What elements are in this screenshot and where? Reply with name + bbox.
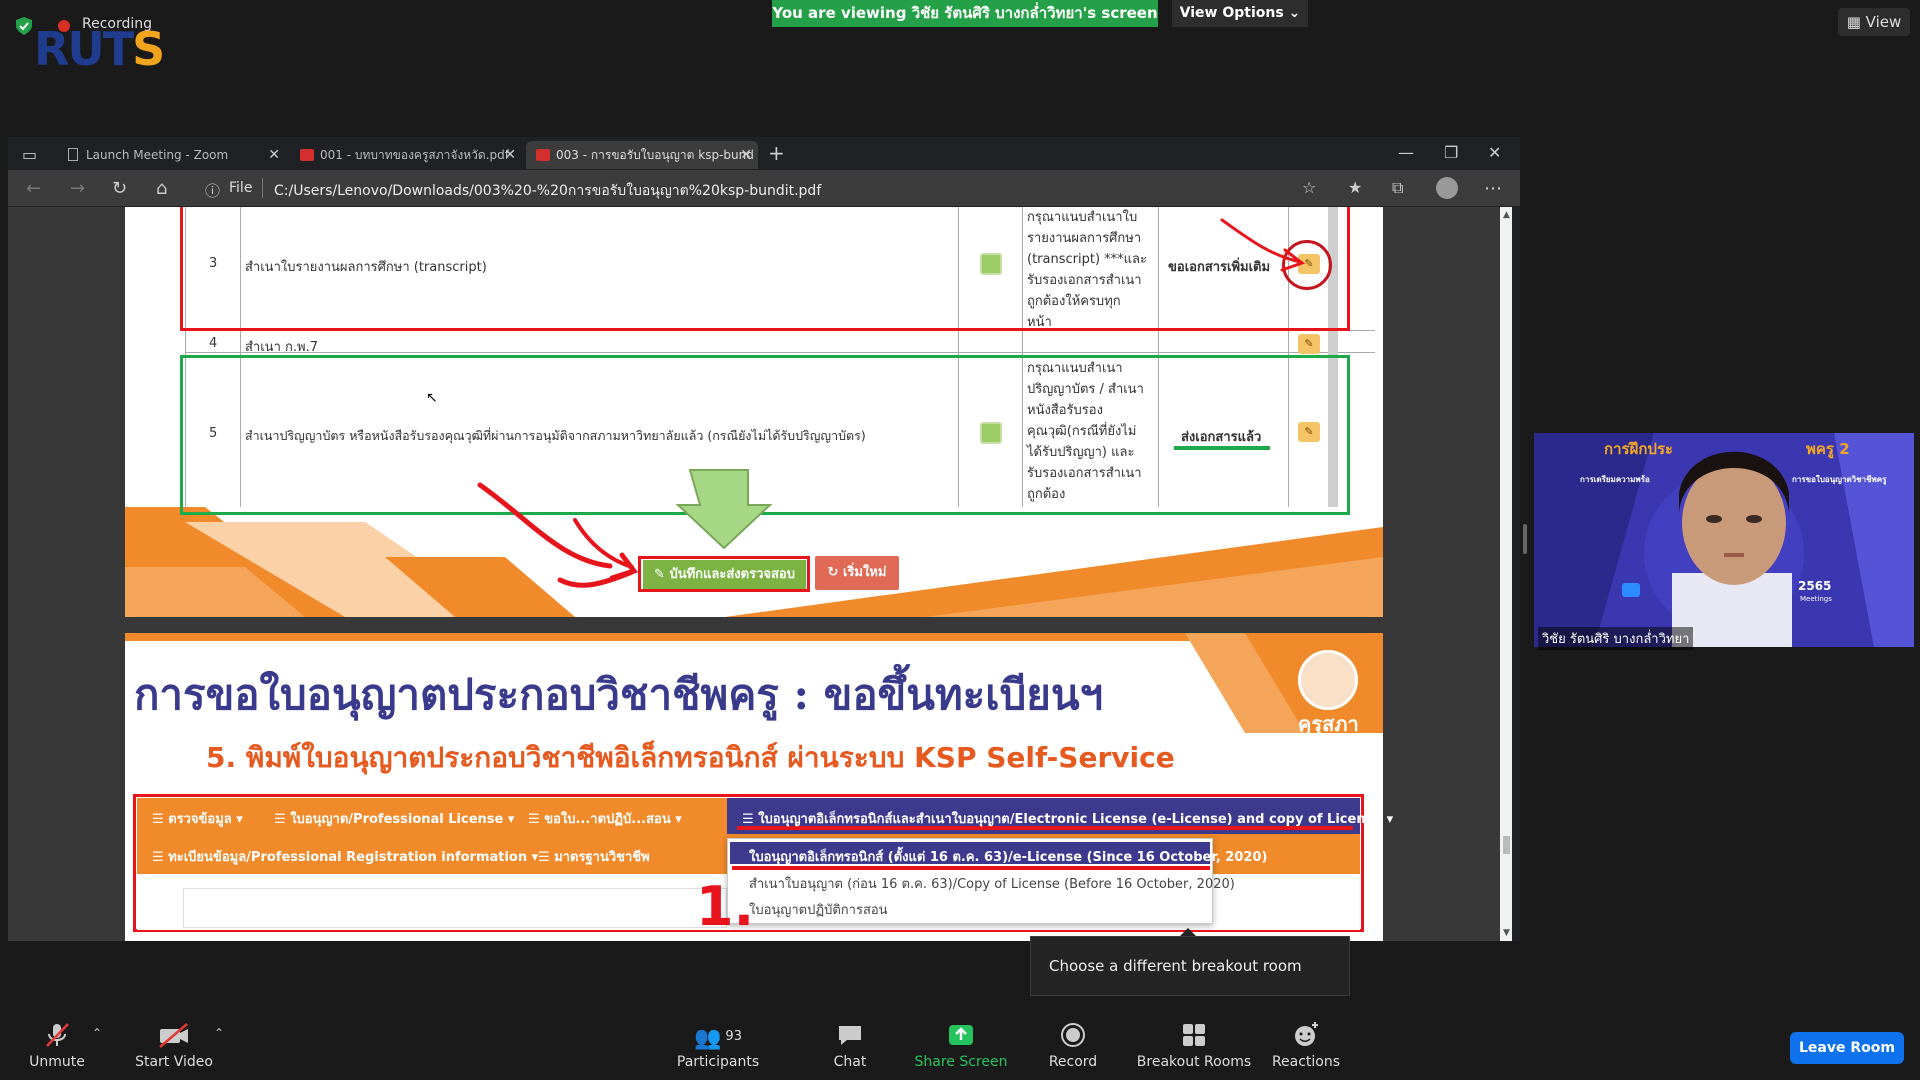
menu-practice[interactable]: ☰ ขอใบ...าตปฏิบั...สอน ▾ bbox=[528, 808, 682, 829]
camera-bg-line2: การขอใบอนุญาตวิชาชีพครู bbox=[1792, 475, 1887, 484]
microphone-muted-icon bbox=[20, 1020, 94, 1054]
chat-icon bbox=[820, 1020, 880, 1054]
webcam-video[interactable]: การฝึกประ พครู 2 การเตรียมความพร้อ การขอ… bbox=[1534, 433, 1914, 647]
org-name: คุรุสภา bbox=[1298, 712, 1359, 736]
participants-count: 93 bbox=[725, 1029, 742, 1044]
record-icon bbox=[1042, 1020, 1104, 1054]
record-label: Record bbox=[1048, 1054, 1098, 1070]
menu-label: ขอใบ...าตปฏิบั...สอน ▾ bbox=[544, 812, 682, 827]
list-icon: ☰ bbox=[538, 850, 550, 865]
breakout-rooms-label: Breakout Rooms bbox=[1136, 1054, 1252, 1070]
reactions-button[interactable]: Reactions bbox=[1266, 1020, 1346, 1070]
list-icon: ☰ bbox=[742, 812, 754, 827]
share-screen-label: Share Screen bbox=[914, 1054, 1008, 1070]
slide-subtitle: 5. พิมพ์ใบอนุญาตประกอบวิชาชีพอิเล็กทรอนิ… bbox=[206, 741, 1175, 774]
chevron-up-icon[interactable]: ⌃ bbox=[92, 1026, 102, 1040]
camera-bg-meetings: Meetings bbox=[1800, 595, 1832, 603]
chat-label: Chat bbox=[833, 1054, 867, 1070]
share-screen-icon bbox=[908, 1020, 1014, 1054]
start-video-button[interactable]: Start Video bbox=[128, 1020, 220, 1070]
start-video-label: Start Video bbox=[135, 1054, 213, 1070]
menu-standard[interactable]: ☰ มาตรฐานวิชาชีพ bbox=[538, 846, 650, 867]
menu-label: มาตรฐานวิชาชีพ bbox=[554, 850, 650, 865]
list-icon: ☰ bbox=[152, 850, 164, 865]
chevron-up-icon[interactable]: ⌃ bbox=[214, 1026, 224, 1040]
dropdown-item-practice[interactable]: ใบอนุญาตปฏิบัติการสอน bbox=[749, 899, 888, 920]
panel-resize-handle[interactable] bbox=[1523, 524, 1527, 554]
dropdown-item-copy[interactable]: สำเนาใบอนุญาต (ก่อน 16 ต.ค. 63)/Copy of … bbox=[749, 873, 1235, 894]
list-icon: ☰ bbox=[152, 812, 164, 827]
menu-label: ใบอนุญาต/Professional License ▾ bbox=[290, 812, 515, 827]
record-button[interactable]: Record bbox=[1042, 1020, 1104, 1070]
kurusapha-logo bbox=[1298, 650, 1358, 710]
participants-label: Participants bbox=[676, 1054, 760, 1070]
participants-icon: 👥 93 bbox=[694, 1026, 742, 1051]
reactions-label: Reactions bbox=[1271, 1054, 1341, 1070]
list-icon: ☰ bbox=[528, 812, 540, 827]
breakout-rooms-button[interactable]: Breakout Rooms bbox=[1128, 1020, 1260, 1070]
menu-label: ทะเบียนข้อมูล/Professional Registration … bbox=[168, 850, 539, 865]
menu-license[interactable]: ☰ ใบอนุญาต/Professional License ▾ bbox=[274, 808, 514, 829]
menu-content-box bbox=[183, 888, 727, 928]
leave-room-button[interactable]: Leave Room bbox=[1790, 1032, 1904, 1064]
camera-bg-badge: พครู 2 bbox=[1806, 440, 1850, 458]
camera-participant-name: วิชัย รัตนศิริ บางกล่ำวิทยา bbox=[1538, 627, 1694, 650]
menu-check[interactable]: ☰ ตรวจข้อมูล ▾ bbox=[152, 808, 243, 829]
down-arrow-icon bbox=[675, 469, 773, 550]
unmute-label: Unmute bbox=[29, 1054, 85, 1070]
menu-elicense[interactable]: ☰ ใบอนุญาตอิเล็กทรอนิกส์และสำเนาใบอนุญาต… bbox=[742, 808, 1393, 829]
chat-button[interactable]: Chat bbox=[820, 1020, 880, 1070]
annotation-number: 1. bbox=[696, 875, 755, 938]
menu-registration[interactable]: ☰ ทะเบียนข้อมูล/Professional Registratio… bbox=[152, 846, 538, 867]
menu-label: ใบอนุญาตอิเล็กทรอนิกส์และสำเนาใบอนุญาต/E… bbox=[758, 812, 1394, 827]
breakout-tooltip: Choose a different breakout room bbox=[1030, 936, 1350, 996]
slide-title: การขอใบอนุญาตประกอบวิชาชีพครู : ขอขึ้นทะ… bbox=[134, 670, 1104, 719]
camera-background bbox=[1534, 433, 1914, 647]
camera-bg-year: 2565 bbox=[1798, 579, 1832, 593]
camera-bg-line1: การเตรียมความพร้อ bbox=[1580, 475, 1650, 484]
mouse-cursor-icon: ↖ bbox=[426, 390, 438, 406]
breakout-rooms-icon bbox=[1128, 1020, 1260, 1054]
participants-button[interactable]: 👥 93 Participants bbox=[664, 1020, 772, 1070]
tooltip-arrow bbox=[1180, 928, 1196, 936]
dropdown-item-elicense[interactable]: ใบอนุญาตอิเล็กทรอนิกส์ (ตั้งแต่ 16 ต.ค. … bbox=[749, 846, 1267, 867]
reactions-icon bbox=[1266, 1020, 1346, 1054]
camera-bg-title: การฝึกประ bbox=[1604, 440, 1674, 458]
list-icon: ☰ bbox=[274, 812, 286, 827]
unmute-button[interactable]: Unmute bbox=[20, 1020, 94, 1070]
video-off-icon bbox=[128, 1020, 220, 1054]
menu-label: ตรวจข้อมูล ▾ bbox=[168, 812, 243, 827]
share-screen-button[interactable]: Share Screen bbox=[908, 1020, 1014, 1070]
